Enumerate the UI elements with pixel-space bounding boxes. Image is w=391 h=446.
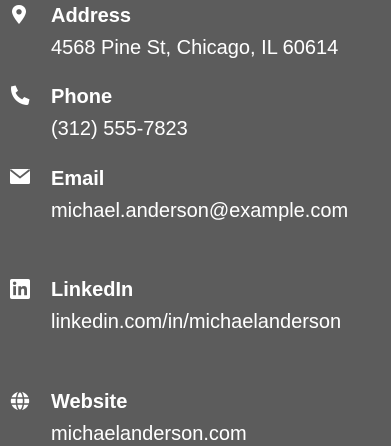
contact-value-email[interactable]: michael.anderson@example.com [51, 197, 391, 226]
envelope-icon [6, 166, 32, 188]
contact-value-phone[interactable]: (312) 555-7823 [51, 115, 391, 144]
contact-list: Address 4568 Pine St, Chicago, IL 60614 … [0, 0, 391, 446]
contact-label-website: Website [51, 391, 128, 413]
linkedin-icon [6, 278, 32, 300]
contact-value-website[interactable]: michaelanderson.com [51, 420, 391, 446]
map-marker-icon [6, 4, 32, 26]
contact-label-email: Email [51, 168, 105, 190]
contact-value-linkedin[interactable]: linkedin.com/in/michaelanderson [51, 308, 391, 337]
globe-icon [6, 390, 32, 412]
contact-label-linkedin: LinkedIn [51, 279, 134, 301]
contact-label-address: Address [51, 5, 132, 27]
contact-value-address: 4568 Pine St, Chicago, IL 60614 [51, 37, 339, 59]
phone-icon [6, 84, 32, 106]
contact-label-phone: Phone [51, 86, 113, 108]
